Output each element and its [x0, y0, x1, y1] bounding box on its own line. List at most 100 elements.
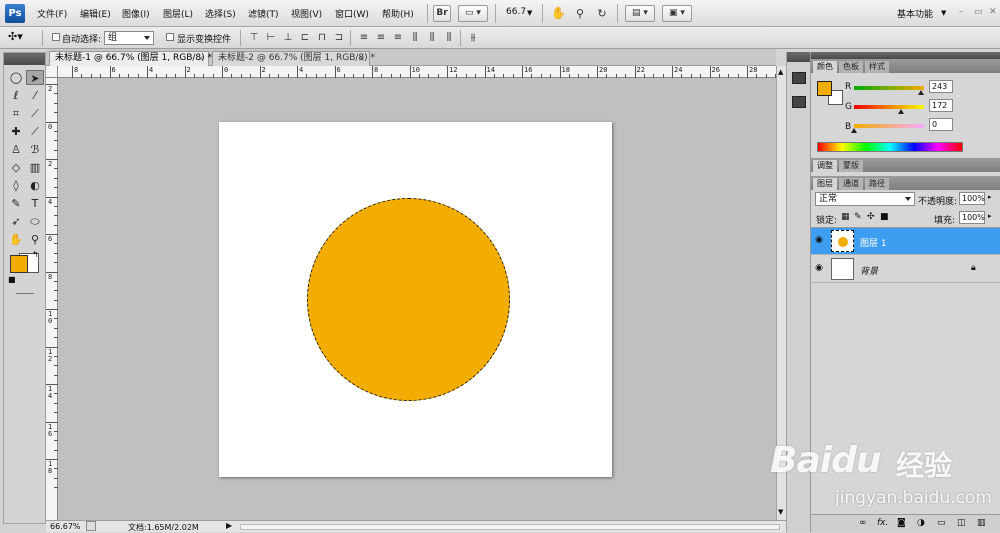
crop-tool-icon[interactable]: ⌗: [7, 106, 25, 121]
eyedropper-icon[interactable]: ⟋: [26, 106, 44, 121]
channel-b-slider[interactable]: [854, 124, 924, 128]
tab-masks[interactable]: 蒙版: [839, 160, 863, 172]
zoom-tool-icon[interactable]: ⚲: [26, 232, 44, 247]
panel-fg-swatch[interactable]: [817, 81, 832, 96]
tab-document-2[interactable]: 未标题-2 @ 66.7% (图层 1, RGB/8) * ×: [212, 51, 375, 66]
adjustment-icon[interactable]: ◑: [917, 518, 925, 528]
quick-mask-icon[interactable]: [16, 293, 34, 294]
eye-icon[interactable]: ◉: [814, 235, 824, 245]
zoom-caret-icon[interactable]: ▼: [527, 9, 532, 17]
align-hcenter-icon[interactable]: ⊓: [316, 32, 328, 44]
auto-align-icon[interactable]: ⫵: [467, 32, 479, 44]
circle-selection-shape[interactable]: [307, 198, 510, 401]
distribute-hcenter-icon[interactable]: ⫼: [426, 32, 438, 44]
layer-row-background[interactable]: ◉ 背景 🔒︎: [811, 256, 1000, 283]
pen-tool-icon[interactable]: ✎: [7, 196, 25, 211]
channel-r-thumb[interactable]: [917, 90, 924, 95]
tab-document-1[interactable]: 未标题-1 @ 66.7% (图层 1, RGB/8) * ×: [49, 51, 212, 66]
view-extras-button[interactable]: ▭ ▾: [458, 5, 488, 22]
menu-filter[interactable]: 滤镜(T): [248, 7, 279, 20]
channel-g-value[interactable]: 172: [929, 99, 953, 112]
distribute-vcenter-icon[interactable]: ≡: [375, 32, 387, 44]
actions-panel-icon[interactable]: [792, 96, 806, 108]
eraser-tool-icon[interactable]: ◇: [7, 160, 25, 175]
default-colors-icon[interactable]: ■: [8, 275, 16, 284]
zoom-tool-icon[interactable]: ⚲: [572, 5, 588, 22]
channel-g-slider[interactable]: [854, 105, 924, 109]
gradient-tool-icon[interactable]: ▥: [26, 160, 44, 175]
status-zoom[interactable]: 66.67%: [50, 522, 81, 531]
lock-all-icon[interactable]: ■: [880, 212, 889, 222]
status-menu-arrow-icon[interactable]: ▶: [226, 521, 232, 530]
channel-g-thumb[interactable]: [897, 109, 904, 114]
move-tool-icon[interactable]: ✣▾: [8, 30, 23, 43]
brush-tool-icon[interactable]: ⟋: [26, 124, 44, 139]
layer-name[interactable]: 背景: [860, 264, 878, 277]
history-panel-icon[interactable]: [792, 72, 806, 84]
screen-mode-button[interactable]: ▣ ▾: [662, 5, 692, 22]
distribute-left-icon[interactable]: ⫼: [409, 32, 421, 44]
align-left-icon[interactable]: ⊏: [299, 32, 311, 44]
menu-layer[interactable]: 图层(L): [163, 7, 193, 20]
arrange-documents-button[interactable]: ▤ ▾: [625, 5, 655, 22]
color-spectrum-bar[interactable]: [817, 142, 963, 152]
foreground-color-swatch[interactable]: [10, 255, 28, 273]
close-button[interactable]: ✕: [989, 7, 997, 17]
align-bottom-icon[interactable]: ⊥: [282, 32, 294, 44]
history-brush-icon[interactable]: ℬ: [26, 142, 44, 157]
tab-channels[interactable]: 通道: [839, 178, 863, 190]
minimize-button[interactable]: –: [959, 7, 964, 17]
menu-file[interactable]: 文件(F): [37, 7, 67, 20]
folder-icon[interactable]: ▭: [937, 518, 946, 528]
auto-select-dropdown[interactable]: 组: [104, 31, 154, 45]
zoom-level[interactable]: 66.7: [506, 7, 526, 17]
menu-help[interactable]: 帮助(H): [382, 7, 414, 20]
strip-header[interactable]: [787, 52, 811, 62]
fill-field[interactable]: 100%: [959, 211, 985, 224]
eye-icon[interactable]: ◉: [814, 263, 824, 273]
align-top-icon[interactable]: ⊤: [248, 32, 260, 44]
ruler-vertical[interactable]: 2024681 01 21 41 61 8: [46, 78, 58, 520]
close-icon[interactable]: ×: [358, 52, 365, 65]
move-tool-icon[interactable]: ➤: [26, 70, 44, 85]
dodge-tool-icon[interactable]: ◐: [26, 178, 44, 193]
menu-edit[interactable]: 编辑(E): [80, 7, 111, 20]
restore-button[interactable]: ▭: [974, 7, 983, 17]
hand-icon[interactable]: ✋: [550, 5, 566, 22]
lock-pixels-icon[interactable]: ✎: [854, 212, 862, 222]
channel-r-value[interactable]: 243: [929, 80, 953, 93]
tab-paths[interactable]: 路径: [865, 178, 889, 190]
marquee-tool-icon[interactable]: ◯: [7, 70, 25, 85]
blend-mode-dropdown[interactable]: 正常: [815, 192, 915, 206]
distribute-bottom-icon[interactable]: ≡: [392, 32, 404, 44]
opacity-arrow-icon[interactable]: ▸: [988, 193, 992, 201]
lock-transparency-icon[interactable]: ▦: [841, 212, 850, 222]
swap-colors-icon[interactable]: ↰: [32, 250, 39, 259]
scroll-down-icon[interactable]: ▼: [778, 508, 783, 516]
blur-tool-icon[interactable]: ◊: [7, 178, 25, 193]
show-transform-checkbox[interactable]: [166, 33, 174, 41]
magic-wand-icon[interactable]: ⁄: [26, 88, 44, 103]
auto-select-checkbox[interactable]: [52, 33, 60, 41]
menu-image[interactable]: 图像(I): [122, 7, 150, 20]
tab-layers[interactable]: 图层: [813, 178, 837, 190]
link-icon[interactable]: ∞: [859, 518, 867, 528]
layer-row-1[interactable]: ◉ 图层 1: [811, 228, 1000, 255]
channel-b-value[interactable]: 0: [929, 118, 953, 131]
fill-arrow-icon[interactable]: ▸: [988, 212, 992, 220]
workspace-switcher[interactable]: 基本功能: [897, 7, 933, 20]
opacity-field[interactable]: 100%: [959, 192, 985, 205]
tab-color[interactable]: 颜色: [813, 61, 837, 73]
trash-icon[interactable]: ▥: [977, 518, 986, 528]
menu-select[interactable]: 选择(S): [205, 7, 236, 20]
new-layer-icon[interactable]: ◫: [957, 518, 966, 528]
path-select-icon[interactable]: ➶: [7, 214, 25, 229]
mask-icon[interactable]: ◙: [897, 518, 906, 528]
lock-position-icon[interactable]: ✣: [867, 212, 875, 222]
shape-tool-icon[interactable]: ⬭: [26, 214, 44, 229]
tab-swatches[interactable]: 色板: [839, 61, 863, 73]
lasso-tool-icon[interactable]: ℓ: [7, 88, 25, 103]
healing-brush-icon[interactable]: ✚: [7, 124, 25, 139]
tab-adjustments[interactable]: 调整: [813, 160, 837, 172]
layer-name[interactable]: 图层 1: [860, 236, 887, 249]
